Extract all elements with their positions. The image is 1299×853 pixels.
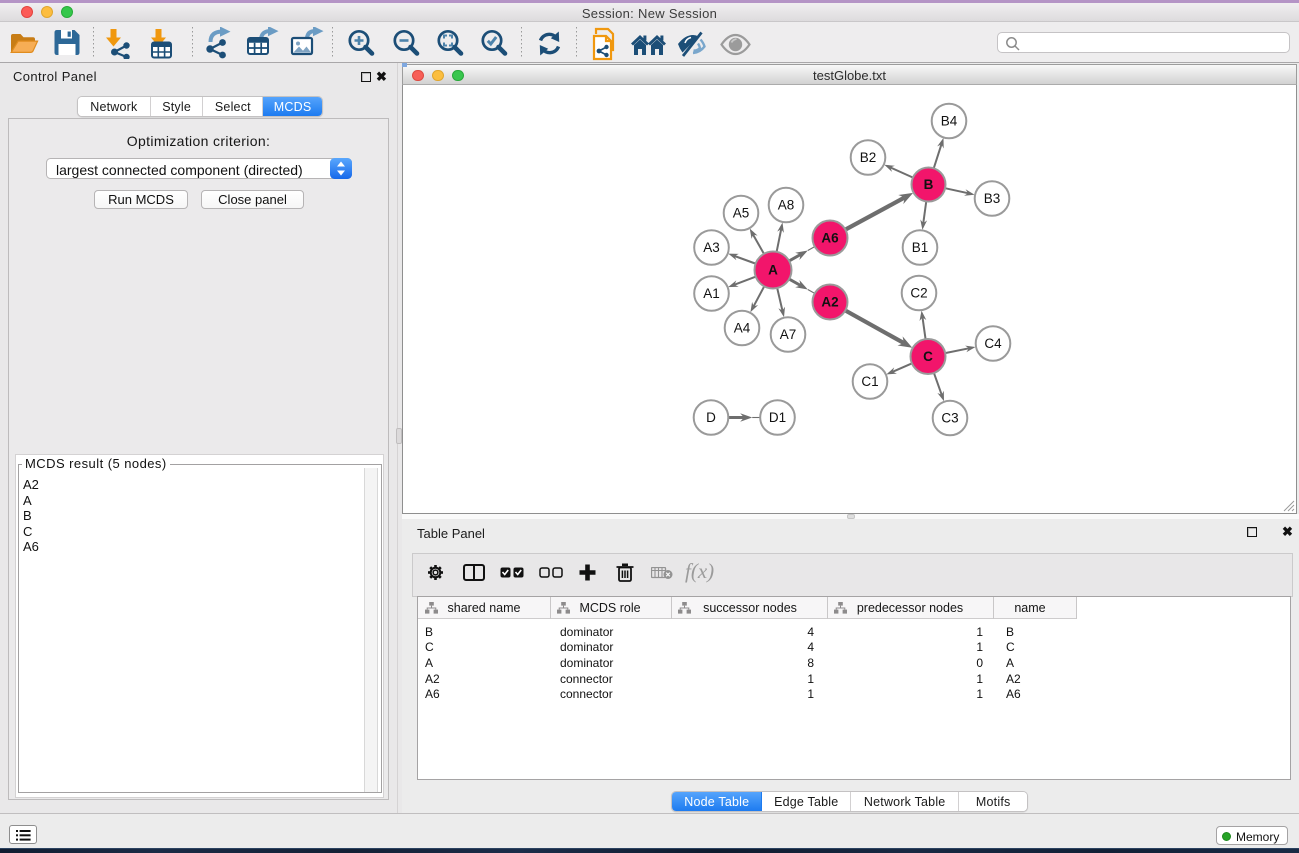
svg-text:A1: A1: [703, 286, 720, 301]
svg-text:D: D: [706, 410, 716, 425]
svg-text:C1: C1: [861, 374, 878, 389]
svg-text:B: B: [924, 177, 934, 192]
svg-text:A8: A8: [778, 197, 795, 212]
svg-text:C: C: [923, 349, 933, 364]
svg-text:C3: C3: [941, 410, 958, 425]
svg-text:D1: D1: [769, 410, 786, 425]
svg-text:A2: A2: [821, 294, 838, 309]
svg-text:C2: C2: [910, 285, 927, 300]
svg-text:B3: B3: [984, 191, 1001, 206]
svg-text:B2: B2: [860, 150, 877, 165]
svg-text:A4: A4: [734, 320, 751, 335]
svg-text:B1: B1: [912, 240, 929, 255]
svg-text:A6: A6: [821, 230, 839, 245]
svg-text:A3: A3: [703, 240, 720, 255]
svg-text:C4: C4: [984, 336, 1002, 351]
svg-text:A: A: [768, 262, 778, 277]
svg-text:A7: A7: [780, 327, 797, 342]
svg-text:A5: A5: [733, 205, 750, 220]
svg-text:B4: B4: [941, 113, 958, 128]
